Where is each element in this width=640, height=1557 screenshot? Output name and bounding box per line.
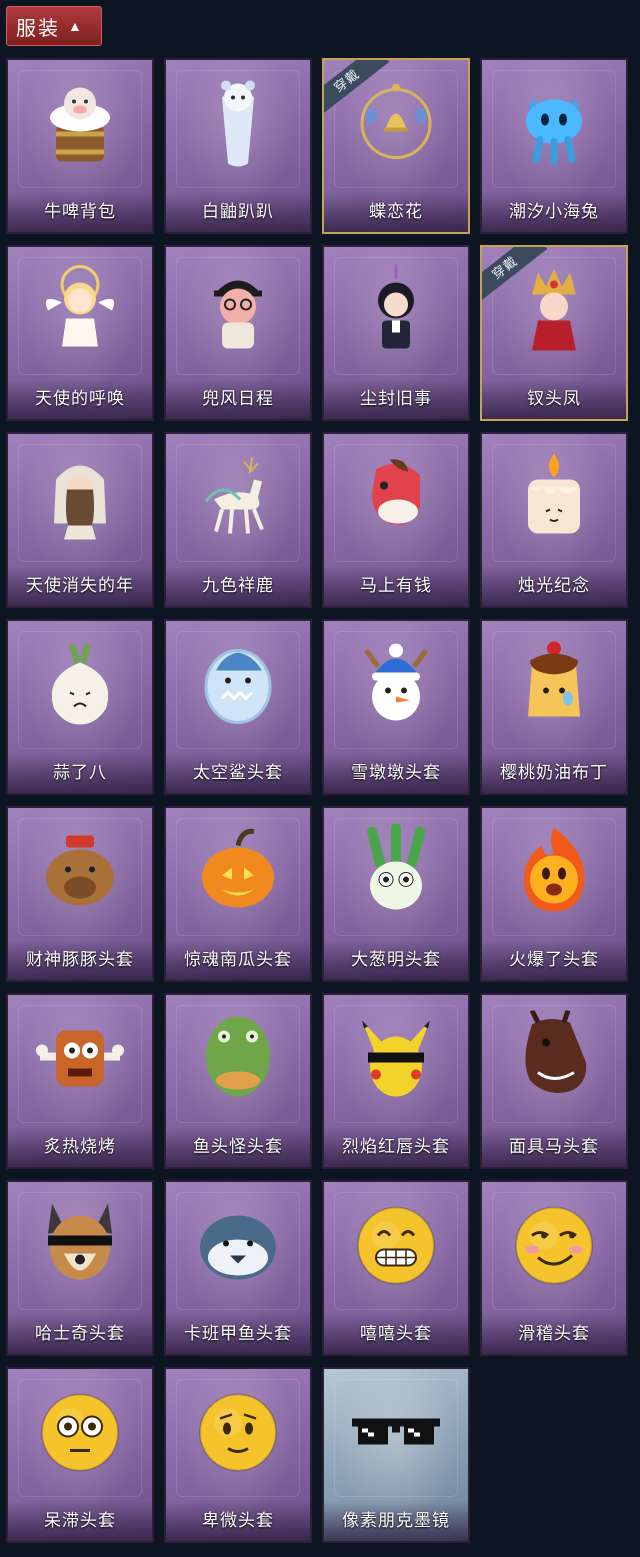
costume-item-card[interactable]: 潮汐小海兔 <box>480 58 628 234</box>
cow-beer-backpack-icon <box>34 76 126 173</box>
costume-item-card[interactable]: 马上有钱 <box>322 432 470 608</box>
costume-item-name: 惊魂南瓜头套 <box>166 940 310 980</box>
nine-color-deer-icon <box>192 450 284 547</box>
costume-item-card[interactable]: 兜风日程 <box>164 245 312 421</box>
costume-item-card[interactable]: 财神豚豚头套 <box>6 806 154 982</box>
costume-item-name: 九色祥鹿 <box>166 566 310 606</box>
costume-item-name: 财神豚豚头套 <box>8 940 152 980</box>
costume-item-card[interactable]: 卡班甲鱼头套 <box>164 1180 312 1356</box>
costume-item-card[interactable]: 天使的呼唤 <box>6 245 154 421</box>
costume-item-name: 呆滞头套 <box>8 1501 152 1541</box>
costume-item-card[interactable]: 太空鲨头套 <box>164 619 312 795</box>
costume-item-card[interactable]: 白鼬趴趴 <box>164 58 312 234</box>
costume-item-name: 鱼头怪头套 <box>166 1127 310 1167</box>
red-horse-head-icon <box>350 450 442 547</box>
costume-category-toggle[interactable]: 服装 ▲ <box>6 6 102 46</box>
costume-item-name: 滑稽头套 <box>482 1314 626 1354</box>
costume-item-card[interactable]: 惊魂南瓜头套 <box>164 806 312 982</box>
humble-emoji-head-icon <box>192 1385 284 1482</box>
costume-item-card[interactable]: 火爆了头套 <box>480 806 628 982</box>
costume-item-card[interactable]: 天使消失的年 <box>6 432 154 608</box>
veiled-angel-doll-icon <box>34 450 126 547</box>
costume-item-card[interactable]: 穿戴 钗头凤 <box>480 245 628 421</box>
costume-item-name: 兜风日程 <box>166 379 310 419</box>
costume-item-name: 天使消失的年 <box>8 566 152 606</box>
costume-item-card[interactable]: 蒜了八 <box>6 619 154 795</box>
costume-grid: 牛啤背包 白鼬趴趴 穿戴 蝶恋花 潮汐小海兔天使的呼唤 兜风日程 尘封旧事 穿戴 钗头凤天使消失… <box>6 58 628 1543</box>
horse-mask-icon <box>508 1009 600 1108</box>
blue-sea-bunny-icon <box>508 76 600 173</box>
costume-item-name: 嘻嘻头套 <box>324 1314 468 1354</box>
costume-item-card[interactable]: 炙热烧烤 <box>6 993 154 1169</box>
space-shark-head-icon <box>192 637 284 734</box>
costume-item-card[interactable]: 卑微头套 <box>164 1367 312 1543</box>
costume-item-card[interactable]: 烈焰红唇头套 <box>322 993 470 1169</box>
grin-emoji-head-icon <box>350 1198 442 1295</box>
costume-item-name: 雪墩墩头套 <box>324 753 468 793</box>
costume-item-card[interactable]: 烛光纪念 <box>480 432 628 608</box>
costume-item-name: 大葱明头套 <box>324 940 468 980</box>
costume-item-card[interactable]: 鱼头怪头套 <box>164 993 312 1169</box>
fire-head-icon <box>508 824 600 921</box>
costume-item-name: 烛光纪念 <box>482 566 626 606</box>
bbq-meat-head-icon <box>34 1011 126 1108</box>
costume-item-card[interactable]: 九色祥鹿 <box>164 432 312 608</box>
candle-head-icon <box>508 450 600 547</box>
funny-emoji-head-icon <box>508 1198 600 1295</box>
costume-item-name: 樱桃奶油布丁 <box>482 753 626 793</box>
costume-item-card[interactable]: 樱桃奶油布丁 <box>480 619 628 795</box>
costume-item-name: 潮汐小海兔 <box>482 192 626 232</box>
costume-item-card[interactable]: 呆滞头套 <box>6 1367 154 1543</box>
costume-item-name: 天使的呼唤 <box>8 379 152 419</box>
costume-item-name: 哈士奇头套 <box>8 1314 152 1354</box>
costume-item-card[interactable]: 面具马头套 <box>480 993 628 1169</box>
costume-item-card[interactable]: 雪墩墩头套 <box>322 619 470 795</box>
white-ferret-icon <box>192 76 284 173</box>
angel-doll-icon <box>34 263 126 360</box>
costume-item-name: 像素朋克墨镜 <box>324 1501 468 1541</box>
costume-item-name: 卡班甲鱼头套 <box>166 1314 310 1354</box>
category-title: 服装 <box>16 17 60 40</box>
snowman-reindeer-head-icon <box>350 637 442 734</box>
costume-item-card[interactable]: 尘封旧事 <box>322 245 470 421</box>
costume-item-name: 钗头凤 <box>482 379 626 419</box>
costume-item-card[interactable]: 滑稽头套 <box>480 1180 628 1356</box>
scallion-head-icon <box>350 822 442 921</box>
costume-item-name: 炙热烧烤 <box>8 1127 152 1167</box>
costume-item-name: 烈焰红唇头套 <box>324 1127 468 1167</box>
costume-item-name: 白鼬趴趴 <box>166 192 310 232</box>
cherry-pudding-head-icon <box>508 637 600 734</box>
fish-monster-head-icon <box>192 1011 284 1108</box>
dazed-emoji-head-icon <box>34 1385 126 1482</box>
costume-item-name: 蝶恋花 <box>324 192 468 232</box>
costume-item-card[interactable]: 大葱明头套 <box>322 806 470 982</box>
phoenix-crown-doll-icon <box>508 263 600 360</box>
yellow-mouse-head-icon <box>350 1011 442 1108</box>
pixel-sunglasses-icon <box>348 1401 444 1466</box>
costume-item-name: 蒜了八 <box>8 753 152 793</box>
costume-item-card[interactable]: 哈士奇头套 <box>6 1180 154 1356</box>
fortune-capybara-head-icon <box>34 824 126 921</box>
turtle-head-icon <box>192 1198 284 1295</box>
husky-head-icon <box>34 1198 126 1295</box>
cap-pig-doll-icon <box>192 263 284 360</box>
costume-item-name: 牛啤背包 <box>8 192 152 232</box>
costume-item-name: 火爆了头套 <box>482 940 626 980</box>
costume-item-card[interactable]: 嘻嘻头套 <box>322 1180 470 1356</box>
costume-item-name: 马上有钱 <box>324 566 468 606</box>
chevron-up-icon: ▲ <box>68 18 82 34</box>
pumpkin-head-icon <box>192 824 284 921</box>
costume-item-name: 面具马头套 <box>482 1127 626 1167</box>
costume-item-card[interactable]: 像素朋克墨镜 <box>322 1367 470 1543</box>
costume-item-name: 卑微头套 <box>166 1501 310 1541</box>
costume-item-name: 太空鲨头套 <box>166 753 310 793</box>
costume-item-name: 尘封旧事 <box>324 379 468 419</box>
costume-item-card[interactable]: 穿戴 蝶恋花 <box>322 58 470 234</box>
garlic-head-icon <box>34 637 126 734</box>
butterfly-bell-charm-icon <box>350 76 442 173</box>
gentleman-doll-icon <box>350 263 442 360</box>
costume-item-card[interactable]: 牛啤背包 <box>6 58 154 234</box>
